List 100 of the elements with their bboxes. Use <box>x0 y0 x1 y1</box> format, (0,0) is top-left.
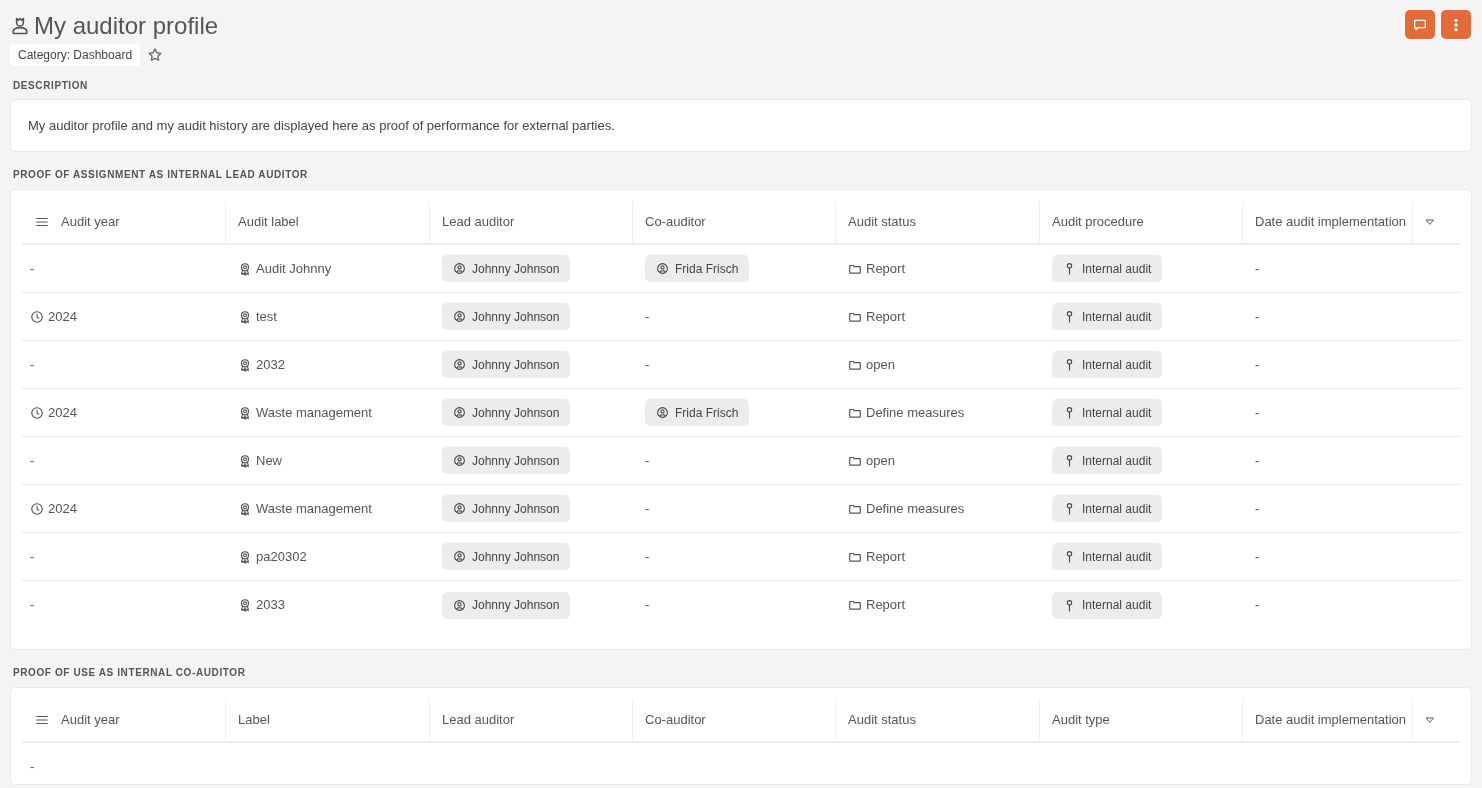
column-header[interactable]: Audit status <box>848 212 916 232</box>
procedure-chip[interactable]: Internal audit <box>1052 351 1163 378</box>
procedure-chip[interactable]: Internal audit <box>1052 591 1163 619</box>
menu-icon <box>35 215 49 229</box>
award-icon <box>238 453 252 468</box>
person-chip[interactable]: Johnny Johnson <box>442 399 571 426</box>
user-icon <box>453 550 466 563</box>
user-icon <box>656 262 669 275</box>
person-chip[interactable]: Johnny Johnson <box>442 447 571 474</box>
clock-icon <box>30 501 44 516</box>
column-header[interactable]: Date audit implementation <box>1255 212 1407 232</box>
procedure-chip[interactable]: Internal audit <box>1052 399 1163 426</box>
folder-icon <box>848 598 862 612</box>
table-cell-text: - <box>645 547 650 566</box>
column-header[interactable]: Audit procedure <box>1052 212 1144 232</box>
table-cell-text: pa20302 <box>256 547 307 566</box>
more-menu-button[interactable] <box>1441 10 1471 39</box>
table-cell-text: - <box>645 451 650 470</box>
auditor-icon <box>10 16 30 36</box>
section-heading: DESCRIPTION <box>12 79 89 93</box>
page-title: My auditor profile <box>34 12 219 40</box>
table-cell-text: Waste management <box>256 403 372 422</box>
table-cell-text: 2024 <box>48 499 77 518</box>
column-header[interactable]: Audit year <box>61 710 120 730</box>
table-cell-text: - <box>1255 499 1260 518</box>
table-cell-text: 2033 <box>256 596 285 615</box>
section-heading: PROOF OF USE AS INTERNAL CO-AUDITOR <box>12 666 247 680</box>
menu-button[interactable] <box>35 215 49 229</box>
user-icon <box>453 598 466 612</box>
menu-button[interactable] <box>35 713 49 727</box>
column-header[interactable]: Audit label <box>238 212 299 232</box>
procedure-chip[interactable]: Internal audit <box>1052 495 1163 522</box>
user-icon <box>453 358 466 371</box>
award-icon <box>238 598 252 612</box>
procedure-chip[interactable]: Internal audit <box>1052 447 1163 474</box>
category-tag: Category: Dashboard <box>10 44 141 66</box>
person-chip[interactable]: Johnny Johnson <box>442 255 571 282</box>
person-chip[interactable]: Johnny Johnson <box>442 591 571 619</box>
column-header[interactable]: Label <box>238 710 270 730</box>
table-cell-text: Audit Johnny <box>256 259 332 278</box>
table-cell-text: - <box>645 355 650 374</box>
column-header[interactable]: Audit year <box>61 212 120 232</box>
table-cell-text: - <box>1255 307 1260 326</box>
award-icon <box>238 549 252 564</box>
column-header[interactable]: Co-auditor <box>645 212 706 232</box>
table-cell-text: - <box>30 596 35 615</box>
column-header[interactable]: Date audit implementation <box>1255 710 1407 730</box>
table-cell-text: Report <box>866 307 906 326</box>
procedure-chip[interactable]: Internal audit <box>1052 543 1163 570</box>
user-icon <box>453 406 466 419</box>
award-icon <box>238 501 252 516</box>
table-cell-text: - <box>645 307 650 326</box>
table-cell-text: New <box>256 451 282 470</box>
description-text: My auditor profile and my audit history are displayed here as proof of performance for external parties. <box>28 116 615 135</box>
table-cell-text: Define measures <box>866 499 965 518</box>
award-icon <box>238 405 252 420</box>
column-header[interactable]: Co-auditor <box>645 710 706 730</box>
person-chip[interactable]: Johnny Johnson <box>442 351 571 378</box>
menu-icon <box>35 713 49 727</box>
table-cell-text: test <box>256 307 277 326</box>
table-cell-text: - <box>645 596 650 615</box>
table-cell-text: - <box>30 758 35 777</box>
table-cell-text: open <box>866 451 895 470</box>
column-header[interactable]: Audit status <box>848 710 916 730</box>
clock-icon <box>30 405 44 420</box>
table-cell-text: - <box>30 451 35 470</box>
table-cell-text: Report <box>866 547 906 566</box>
person-chip[interactable]: Frida Frisch <box>645 399 750 426</box>
column-header[interactable]: Audit type <box>1052 710 1110 730</box>
award-icon <box>238 261 252 276</box>
table-cell-text: Define measures <box>866 403 965 422</box>
column-header[interactable]: Lead auditor <box>442 212 515 232</box>
section-heading: PROOF OF ASSIGNMENT AS INTERNAL LEAD AUDITOR <box>12 168 309 182</box>
person-chip[interactable]: Johnny Johnson <box>442 543 571 570</box>
table-cell-text: - <box>30 259 35 278</box>
procedure-chip[interactable]: Internal audit <box>1052 255 1163 282</box>
table-cell-text: - <box>30 355 35 374</box>
comment-button[interactable] <box>1405 10 1435 39</box>
table-cell-text: open <box>866 355 895 374</box>
table-cell-text: 2024 <box>48 403 77 422</box>
person-chip[interactable]: Frida Frisch <box>645 255 750 282</box>
column-header[interactable]: Lead auditor <box>442 710 515 730</box>
user-icon <box>453 262 466 275</box>
table-cell-text: 2032 <box>256 355 285 374</box>
user-icon <box>453 502 466 515</box>
person-chip[interactable]: Johnny Johnson <box>442 303 571 330</box>
table-cell-text: - <box>1255 596 1260 615</box>
procedure-chip[interactable]: Internal audit <box>1052 303 1163 330</box>
table-cell-text: Waste management <box>256 499 372 518</box>
table-cell-text: Report <box>866 259 906 278</box>
table-cell-text: - <box>30 547 35 566</box>
table-cell-text: - <box>1255 355 1260 374</box>
table-cell-text: - <box>1255 403 1260 422</box>
table-cell-text: Report <box>866 596 906 615</box>
person-chip[interactable]: Johnny Johnson <box>442 495 571 522</box>
user-icon <box>453 454 466 467</box>
user-icon <box>656 406 669 419</box>
table-cell-text: - <box>1255 547 1260 566</box>
star-icon <box>147 47 164 63</box>
clock-icon <box>30 309 44 324</box>
